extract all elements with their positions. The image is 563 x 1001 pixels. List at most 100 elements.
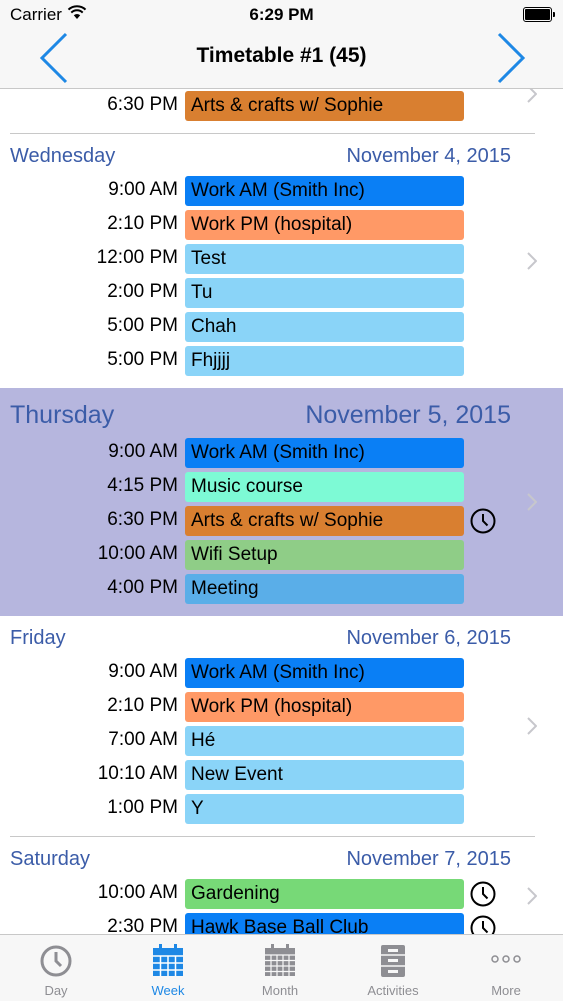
event-row[interactable]: 6:30 PM Arts & crafts w/ Sophie [0, 89, 563, 123]
day-section[interactable]: 2:10 PMWork PM (hospital)6:30 PMArts & c… [0, 89, 563, 133]
event-time: 2:30 PM [107, 916, 178, 934]
cabinet-icon [381, 945, 405, 977]
day-date: November 5, 2015 [305, 401, 511, 429]
event-time: 10:10 AM [97, 763, 178, 784]
day-section[interactable]: Thursday November 5, 2015 9:00 AM Work AM (… [0, 388, 563, 616]
event-block[interactable]: Fhjjjj [185, 346, 464, 376]
event-block[interactable]: Arts & crafts w/ Sophie [185, 91, 464, 121]
event-row[interactable]: 2:30 PM Hawk Base Ball Club [0, 911, 563, 934]
alarm-clock-icon [470, 915, 496, 934]
event-block[interactable]: Chah [185, 312, 464, 342]
event-row[interactable]: 10:00 AM Wifi Setup [0, 538, 563, 572]
event-row[interactable]: 10:10 AM New Event [0, 758, 563, 792]
event-block[interactable]: Work AM (Smith Inc) [185, 176, 464, 206]
day-section[interactable]: Friday November 6, 2015 9:00 AM Work AM (Sm… [0, 616, 563, 836]
event-time: 2:00 PM [107, 281, 178, 302]
day-section[interactable]: Saturday November 7, 2015 10:00 AM Gardenin… [0, 837, 563, 934]
event-row[interactable]: 4:15 PM Music course [0, 470, 563, 504]
event-row[interactable]: 1:00 PM Y [0, 792, 563, 826]
event-time: 6:30 PM [107, 94, 178, 115]
tab-month[interactable]: Month [224, 935, 336, 1001]
tab-week[interactable]: Week [112, 935, 224, 1001]
day-date: November 6, 2015 [346, 627, 511, 649]
tab-label: More [491, 983, 521, 998]
chevron-right-icon[interactable] [527, 887, 537, 905]
tab-label: Week [151, 983, 185, 998]
chevron-right-icon [497, 32, 526, 84]
event-time: 5:00 PM [107, 315, 178, 336]
tab-activities[interactable]: Activities [337, 935, 449, 1001]
event-block[interactable]: Meeting [185, 574, 464, 604]
chevron-right-icon[interactable] [527, 89, 537, 103]
day-name: Wednesday [10, 145, 116, 167]
event-block[interactable]: Work AM (Smith Inc) [185, 658, 464, 688]
event-time: 10:00 AM [97, 543, 178, 564]
tab-label: Day [44, 983, 68, 998]
event-block[interactable]: Work PM (hospital) [185, 210, 464, 240]
event-block[interactable]: Work PM (hospital) [185, 692, 464, 722]
day-header: Saturday November 7, 2015 [0, 837, 563, 877]
day-header: Friday November 6, 2015 [0, 616, 563, 656]
more-icon [491, 955, 521, 963]
navigation-bar: Timetable #1 (45) [0, 30, 563, 89]
event-row[interactable]: 2:10 PM Work PM (hospital) [0, 208, 563, 242]
chevron-right-icon[interactable] [527, 717, 537, 735]
event-block[interactable]: New Event [185, 760, 464, 790]
alarm-clock-icon [470, 881, 496, 907]
event-block[interactable]: Gardening [185, 879, 464, 909]
calendar-week-icon [153, 944, 183, 976]
battery-icon [523, 7, 555, 22]
alarm-clock-icon [470, 508, 496, 534]
day-name: Friday [10, 627, 66, 649]
tab-bar: Day Week Month Activities More [0, 934, 563, 1001]
next-week-button[interactable] [485, 30, 535, 88]
tab-more[interactable]: More [450, 935, 562, 1001]
page-title: Timetable #1 (45) [196, 44, 367, 67]
event-block[interactable]: Work AM (Smith Inc) [185, 438, 464, 468]
event-row[interactable]: 2:10 PM Work PM (hospital) [0, 690, 563, 724]
event-time: 9:00 AM [108, 179, 178, 200]
event-block[interactable]: Wifi Setup [185, 540, 464, 570]
week-list-content: 2:10 PM Work PM (hospital) 6:30 PM Arts & c… [0, 89, 563, 934]
day-header: Thursday November 5, 2015 [0, 388, 563, 436]
event-time: 2:10 PM [107, 213, 178, 234]
clock-icon [40, 945, 72, 977]
event-block[interactable]: Hé [185, 726, 464, 756]
event-block[interactable]: Tu [185, 278, 464, 308]
event-block[interactable]: Test [185, 244, 464, 274]
event-time: 12:00 PM [96, 247, 178, 268]
chevron-right-icon[interactable] [527, 493, 537, 511]
event-time: 5:00 PM [107, 349, 178, 370]
event-row[interactable]: 9:00 AM Work AM (Smith Inc) [0, 174, 563, 208]
event-row[interactable]: 5:00 PM Fhjjjj [0, 344, 563, 378]
day-name: Saturday [10, 848, 91, 870]
week-list[interactable]: 2:10 PM Work PM (hospital) 6:30 PM Arts & c… [0, 89, 563, 934]
event-row[interactable]: 4:00 PM Meeting [0, 572, 563, 606]
tab-label: Activities [367, 983, 419, 998]
event-time: 1:00 PM [107, 797, 178, 818]
event-block[interactable]: Music course [185, 472, 464, 502]
event-time: 6:30 PM [107, 509, 178, 530]
event-row[interactable]: 6:30 PM Arts & crafts w/ Sophie [0, 504, 563, 538]
event-time: 2:10 PM [107, 695, 178, 716]
event-row[interactable]: 7:00 AM Hé [0, 724, 563, 758]
event-row[interactable]: 12:00 PM Test [0, 242, 563, 276]
day-date: November 7, 2015 [346, 848, 511, 870]
chevron-right-icon[interactable] [527, 252, 537, 270]
event-row[interactable]: 10:00 AM Gardening [0, 877, 563, 911]
clock-time: 6:29 PM [249, 5, 314, 24]
event-time: 7:00 AM [108, 729, 178, 750]
event-time: 10:00 AM [97, 882, 178, 903]
event-row[interactable]: 2:00 PM Tu [0, 276, 563, 310]
event-block[interactable]: Y [185, 794, 464, 824]
tab-label: Month [261, 983, 299, 998]
event-row[interactable]: 9:00 AM Work AM (Smith Inc) [0, 656, 563, 690]
day-section[interactable]: Wednesday November 4, 2015 9:00 AM Work AM … [0, 134, 563, 388]
tab-day[interactable]: Day [0, 935, 112, 1001]
event-time: 4:00 PM [107, 577, 178, 598]
event-row[interactable]: 9:00 AM Work AM (Smith Inc) [0, 436, 563, 470]
day-header: Wednesday November 4, 2015 [0, 134, 563, 174]
event-block[interactable]: Hawk Base Ball Club [185, 913, 464, 934]
event-block[interactable]: Arts & crafts w/ Sophie [185, 506, 464, 536]
event-row[interactable]: 5:00 PM Chah [0, 310, 563, 344]
